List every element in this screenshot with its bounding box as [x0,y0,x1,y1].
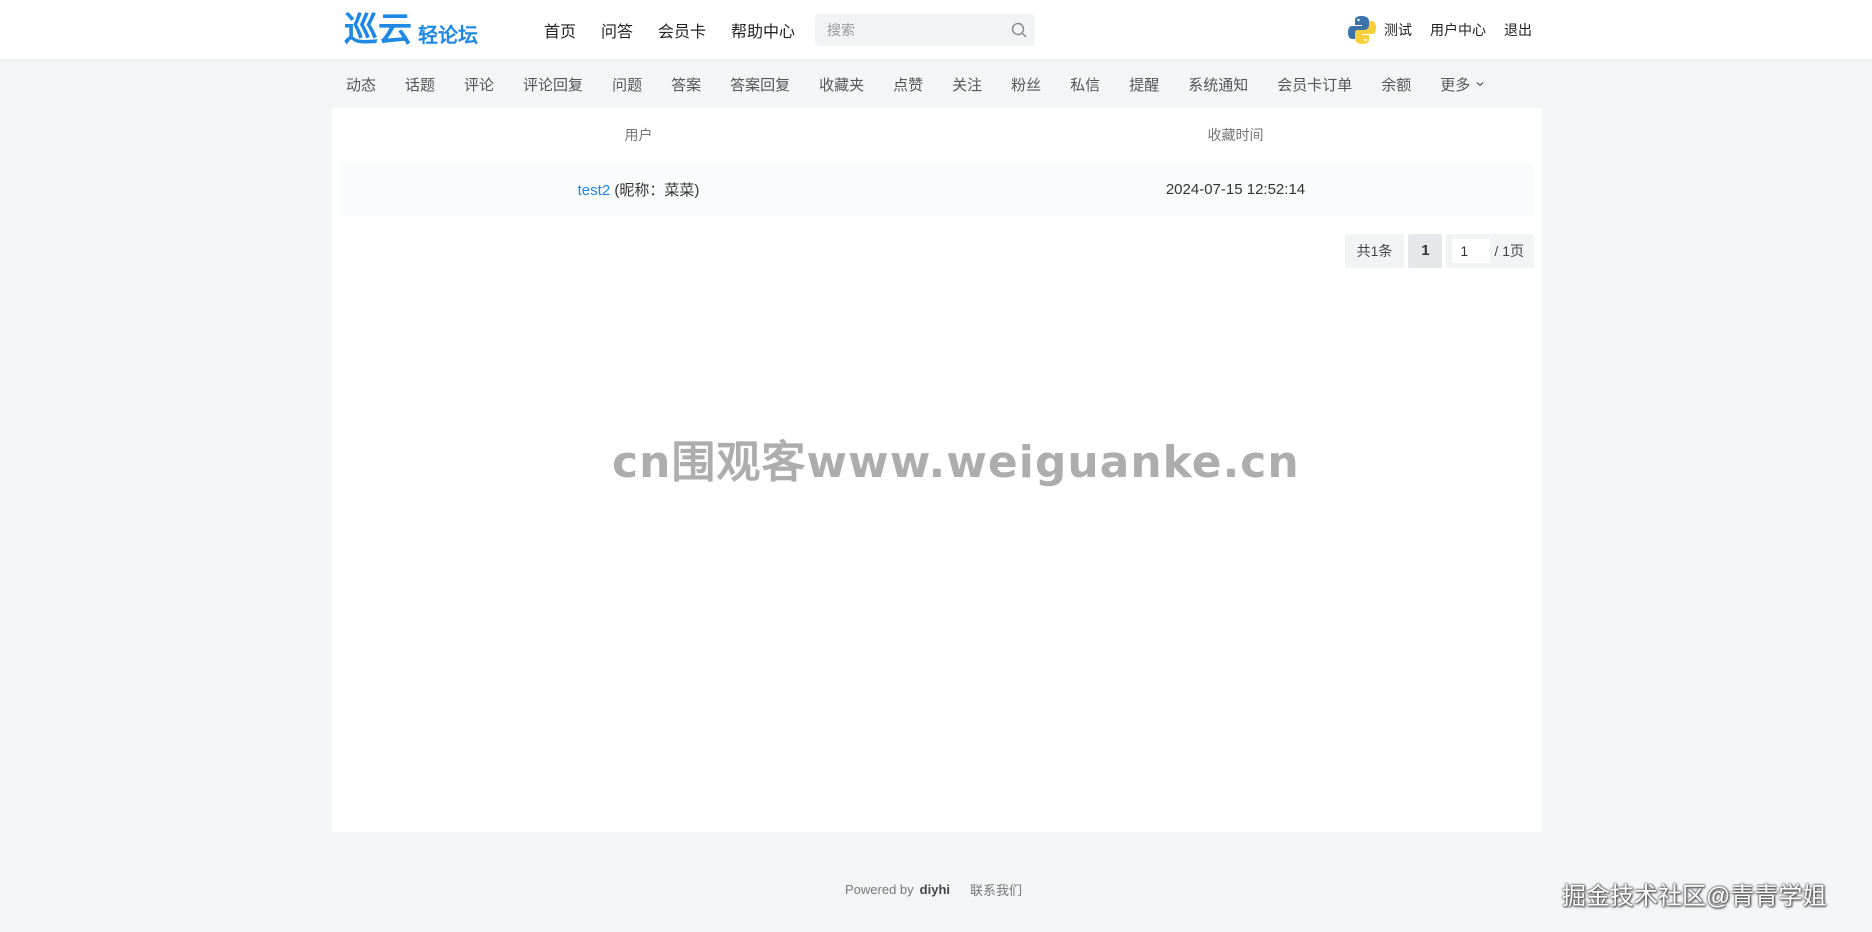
column-header-time: 收藏时间 [1207,127,1264,143]
nav-help-center[interactable]: 帮助中心 [731,18,795,42]
contact-link[interactable]: 联系我们 [970,880,1022,899]
user-nickname: (昵称：菜菜) [610,181,700,199]
subnav-item-favorites[interactable]: 收藏夹 [819,74,864,95]
table-row: test2 (昵称：菜菜) 2024-07-15 12:52:14 [340,162,1534,216]
corner-watermark: 掘金技术社区@青青学姐 [1562,883,1827,910]
user-link[interactable]: test2 [578,182,611,199]
logo-main-text: 巡云 [344,10,412,50]
python-logo-icon [1344,12,1380,48]
user-name-link[interactable]: 测试 [1384,20,1412,40]
cell-user: test2 (昵称：菜菜) [340,179,937,200]
subnav-more[interactable]: 更多 [1440,74,1485,95]
main-nav: 首页 问答 会员卡 帮助中心 [544,0,820,60]
user-center-link[interactable]: 用户中心 [1430,20,1486,40]
pagination-pages: / 1页 [1494,243,1524,259]
subnav-item-question[interactable]: 问题 [612,74,642,95]
subnav-item-comment-reply[interactable]: 评论回复 [523,74,583,95]
chevron-down-icon [1476,82,1484,87]
pagination-page-button[interactable]: 1 [1408,234,1443,268]
search-box [815,14,1035,46]
subnav-item-system-notice[interactable]: 系统通知 [1188,74,1248,95]
sub-nav: 动态 话题 评论 评论回复 问题 答案 答案回复 收藏夹 点赞 关注 粉丝 私信… [346,60,1514,108]
subnav-item-fans[interactable]: 粉丝 [1011,74,1041,95]
subnav-item-follow[interactable]: 关注 [952,74,982,95]
page-jump-input[interactable] [1452,239,1491,263]
logo[interactable]: 巡云 轻论坛 [344,12,478,48]
header: 巡云 轻论坛 首页 问答 会员卡 帮助中心 测试 用户中心 退出 [0,0,1872,60]
avatar[interactable] [1344,12,1380,48]
logout-link[interactable]: 退出 [1504,20,1532,40]
subnav-item-answer-reply[interactable]: 答案回复 [730,74,790,95]
powered-by-text: Powered by [845,882,914,897]
footer-content: Powered by diyhi 联系我们 [845,880,1022,899]
column-header-user: 用户 [624,127,653,143]
pagination-jump: / 1页 [1446,234,1534,268]
subnav-more-label: 更多 [1440,76,1471,94]
subnav-item-dynamic[interactable]: 动态 [346,74,376,95]
subnav-item-likes[interactable]: 点赞 [893,74,923,95]
subnav-item-topic[interactable]: 话题 [405,74,435,95]
nav-qa[interactable]: 问答 [601,18,633,42]
pagination: 共1条 1 / 1页 [1344,234,1534,268]
subnav-item-card-orders[interactable]: 会员卡订单 [1277,74,1352,95]
pagination-total: 共1条 [1344,234,1405,268]
watermark-text: cn围观客www.weiguanke.cn [612,437,1300,488]
search-icon[interactable] [1011,22,1027,38]
favorites-table: 用户 收藏时间 test2 (昵称：菜菜) 2024-07-15 12:52:1… [340,108,1534,216]
subnav-item-answer[interactable]: 答案 [671,74,701,95]
search-input[interactable] [827,14,997,46]
subnav-item-comment[interactable]: 评论 [464,74,494,95]
logo-sub-text: 轻论坛 [418,23,478,47]
nav-home[interactable]: 首页 [544,18,576,42]
subnav-item-private-message[interactable]: 私信 [1070,74,1100,95]
subnav-item-reminder[interactable]: 提醒 [1129,74,1159,95]
table-header: 用户 收藏时间 [340,108,1534,162]
footer-brand: diyhi [919,882,950,897]
nav-membership-card[interactable]: 会员卡 [658,18,706,42]
cell-time: 2024-07-15 12:52:14 [1165,180,1306,198]
user-bar: 测试 用户中心 退出 [1344,0,1532,60]
subnav-item-balance[interactable]: 余额 [1381,74,1411,95]
